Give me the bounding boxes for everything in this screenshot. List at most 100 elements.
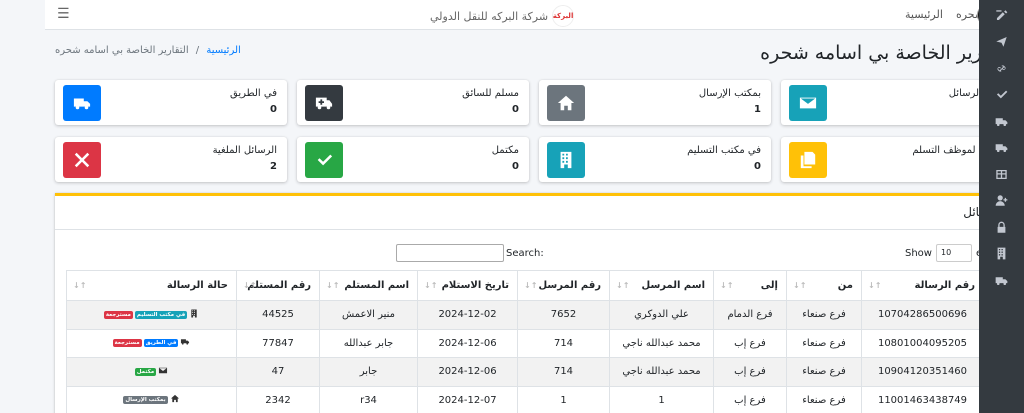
- sort-icon: ↑↓: [868, 281, 882, 290]
- info-box-value: 2: [270, 161, 277, 172]
- table-cell-sender: محمد عبدالله ناجي: [609, 357, 714, 387]
- table-cell-msg: 10904120351460: [861, 357, 984, 387]
- table-cell-sender_no: 1: [517, 385, 610, 413]
- info-box[interactable]: في الطريق 0: [55, 80, 287, 125]
- status-badge: مكتمل: [134, 367, 157, 376]
- column-header[interactable]: إلى ↑↓: [713, 270, 787, 301]
- table-icon[interactable]: [979, 161, 1024, 188]
- info-box-label: مسلم للسائق: [462, 88, 519, 99]
- messages-card: الرسائل Show 10 entries Search: #↑↓رقم ا…: [55, 193, 1015, 413]
- info-box[interactable]: مسلم للسائق 0: [297, 80, 529, 125]
- table-row[interactable]: 110704286500696فرع صنعاءفرع الدمامعلي ال…: [66, 300, 1012, 330]
- send-icon[interactable]: [979, 29, 1024, 56]
- truck-icon: [180, 337, 190, 349]
- table-cell-sender_no: 714: [517, 357, 610, 387]
- column-header-label: رقم المرسل: [538, 280, 602, 291]
- sort-icon: ↑↓: [793, 281, 807, 290]
- column-header-label: اسم المستلم: [344, 280, 409, 291]
- status-badge: في مكتب التسليم: [134, 310, 188, 319]
- table-cell-date: 2024-12-07: [417, 385, 518, 413]
- times-icon: [63, 142, 101, 178]
- table-cell-sender: علي الدوكري: [609, 300, 714, 330]
- column-header[interactable]: اسم المرسل ↑↓: [609, 270, 714, 301]
- column-header-label: من: [837, 280, 853, 291]
- table-cell-status: في مكتب التسليم مسترجعة: [66, 300, 237, 330]
- info-box-value: 1: [754, 104, 761, 115]
- breadcrumb-separator: /: [195, 45, 200, 56]
- info-box[interactable]: بمكتب الإرسال 1: [539, 80, 771, 125]
- column-header[interactable]: من ↑↓: [786, 270, 862, 301]
- info-box-value: 0: [512, 104, 519, 115]
- table-cell-date: 2024-12-02: [417, 300, 518, 330]
- sidebar: [979, 0, 1024, 413]
- table-cell-recv: جابر: [319, 357, 418, 387]
- brand-logo-icon: البركة: [552, 5, 575, 27]
- breadcrumb-home-link[interactable]: الرئيسية: [206, 45, 240, 56]
- lock-icon[interactable]: [979, 214, 1024, 241]
- check-icon[interactable]: [979, 82, 1024, 109]
- table-cell-status: بمكتب الإرسال: [66, 385, 237, 413]
- column-header[interactable]: رقم الرسالة ↑↓: [861, 270, 984, 301]
- table-cell-status: في الطريق مسترجعة: [66, 328, 237, 358]
- table-cell-date: 2024-12-06: [417, 328, 518, 358]
- table-cell-recv: r34: [319, 385, 418, 413]
- table-cell-msg: 10801004095205: [861, 328, 984, 358]
- user-plus-icon[interactable]: [979, 188, 1024, 215]
- info-box-label: مكتمل: [491, 145, 519, 156]
- table-cell-date: 2024-12-06: [417, 357, 518, 387]
- envelope-icon: [158, 366, 168, 378]
- top-navbar: ☰ شركة البركه للنقل الدولي البركة الرئيس…: [45, 0, 1024, 30]
- menu-toggle-icon[interactable]: ☰: [57, 6, 70, 22]
- building-icon[interactable]: [979, 241, 1024, 268]
- truck-icon[interactable]: [979, 135, 1024, 162]
- column-header-label: رقم المستلم: [247, 280, 311, 291]
- home-icon: [170, 394, 180, 406]
- table-cell-to: فرع إب: [713, 385, 787, 413]
- sort-icon: ↑↓: [616, 281, 630, 290]
- ambulance-icon: [305, 85, 343, 121]
- table-row[interactable]: 310904120351460فرع صنعاءفرع إبمحمد عبدال…: [66, 357, 1012, 387]
- table-cell-sender: 1: [609, 385, 714, 413]
- column-header[interactable]: حالة الرسالة ↑↓: [66, 270, 237, 301]
- column-header[interactable]: تاريخ الاستلام ↑↓: [417, 270, 518, 301]
- check-icon: [305, 142, 343, 178]
- table-cell-recv: منير الاعمش: [319, 300, 418, 330]
- info-box-value: 0: [512, 161, 519, 172]
- info-box[interactable]: الرسائل الملغية 2: [55, 137, 287, 182]
- search-input[interactable]: [396, 244, 504, 262]
- table-cell-from: فرع صنعاء: [786, 357, 862, 387]
- brand[interactable]: شركة البركه للنقل الدولي البركة: [430, 5, 575, 27]
- column-header-label: رقم الرسالة: [914, 280, 975, 291]
- column-header[interactable]: اسم المستلم ↑↓: [319, 270, 418, 301]
- edit-icon[interactable]: [979, 2, 1024, 29]
- returned-badge: مسترجعة: [103, 310, 133, 319]
- truck-loading-icon[interactable]: [979, 267, 1024, 294]
- link-icon[interactable]: [979, 55, 1024, 82]
- envelope-icon: [789, 85, 827, 121]
- table-row[interactable]: 210801004095205فرع صنعاءفرع إبمحمد عبدال…: [66, 328, 1012, 358]
- info-box[interactable]: مكتمل 0: [297, 137, 529, 182]
- table-cell-to: فرع إب: [713, 357, 787, 387]
- breadcrumb-current: التقارير الخاصة بي اسامه شحره: [55, 45, 189, 56]
- table-cell-from: فرع صنعاء: [786, 328, 862, 358]
- truck-icon: [63, 85, 101, 121]
- table-search: Search:: [396, 244, 544, 262]
- info-box[interactable]: في مكتب التسليم 0: [539, 137, 771, 182]
- table-cell-from: فرع صنعاء: [786, 385, 862, 413]
- table-row[interactable]: 411001463438749فرع صنعاءفرع إب112024-12-…: [66, 385, 1012, 413]
- column-header-label: اسم المرسل: [641, 280, 705, 291]
- table-cell-recv_no: 77847: [236, 328, 320, 358]
- table-cell-recv_no: 44525: [236, 300, 320, 330]
- sort-icon: ↑↓: [326, 281, 340, 290]
- table-cell-sender: محمد عبدالله ناجي: [609, 328, 714, 358]
- entries-select[interactable]: 10: [935, 244, 972, 262]
- column-header-label: إلى: [760, 280, 778, 291]
- column-header[interactable]: رقم المستلم ↑↓: [236, 270, 320, 301]
- truck-icon[interactable]: [979, 108, 1024, 135]
- nav-home-link[interactable]: الرئيسية: [905, 8, 943, 21]
- table-cell-recv_no: 2342: [236, 385, 320, 413]
- table-cell-to: فرع الدمام: [713, 300, 787, 330]
- column-header[interactable]: رقم المرسل ↑↓: [517, 270, 610, 301]
- status-badge: في الطريق: [143, 339, 179, 348]
- table-cell-sender_no: 714: [517, 328, 610, 358]
